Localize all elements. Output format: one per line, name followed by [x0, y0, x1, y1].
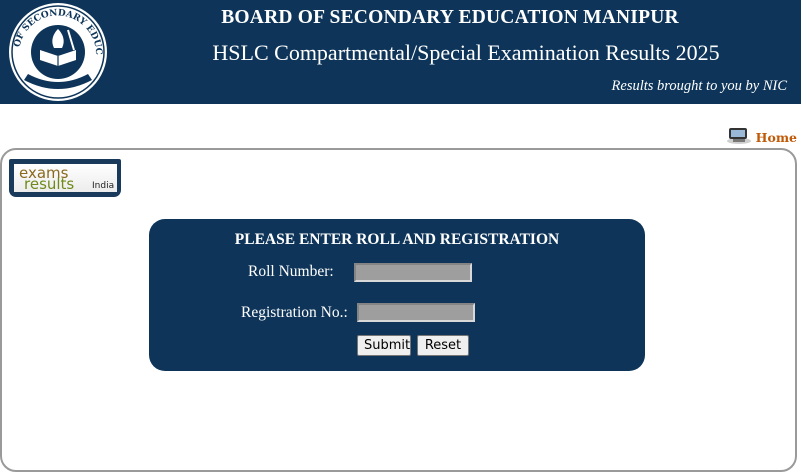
- board-seal-logo: BOARD OF SECONDARY EDUCATION: [2, 0, 107, 101]
- results-subtitle: HSLC Compartmental/Special Examination R…: [212, 40, 720, 65]
- registration-number-label: Registration No.:: [241, 304, 348, 321]
- submit-button[interactable]: Submit: [357, 335, 411, 356]
- badge-inner: exams results India: [14, 164, 117, 192]
- board-title: BOARD OF SECONDARY EDUCATION MANIPUR: [221, 7, 679, 28]
- badge-india-text: India: [92, 181, 115, 191]
- exams-results-india-badge[interactable]: exams results India: [9, 159, 121, 197]
- computer-icon: [726, 128, 751, 144]
- home-link[interactable]: Home: [726, 123, 797, 145]
- form-heading: PLEASE ENTER ROLL AND REGISTRATION: [234, 231, 560, 248]
- registration-number-input[interactable]: [357, 303, 475, 322]
- roll-number-input[interactable]: [354, 263, 472, 282]
- badge-results-text: results: [24, 175, 75, 193]
- roll-number-label: Roll Number:: [248, 263, 334, 280]
- result-lookup-form: PLEASE ENTER ROLL AND REGISTRATION Roll …: [149, 219, 645, 371]
- reset-button[interactable]: Reset: [417, 335, 469, 356]
- page-header: BOARD OF SECONDARY EDUCATION BOARD OF SE…: [0, 0, 801, 104]
- home-link-label[interactable]: Home: [756, 130, 797, 145]
- nic-credit: Results brought to you by NIC: [611, 78, 787, 94]
